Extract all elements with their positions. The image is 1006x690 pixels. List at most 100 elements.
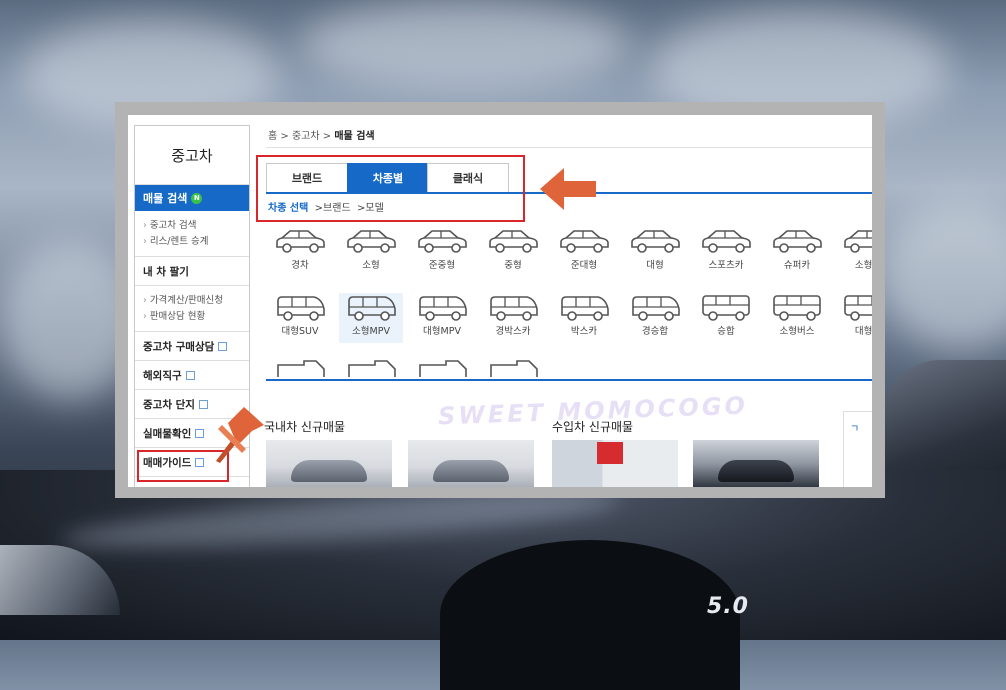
car-type-option[interactable]: 소형트 — [836, 227, 872, 277]
truck-icon — [410, 359, 474, 377]
car-type-label: 대형SUV — [281, 326, 319, 337]
car-icon — [836, 293, 872, 321]
sidebar-item-overseas[interactable]: 해외직구 — [135, 361, 249, 390]
car-type-option[interactable]: 소형 — [339, 227, 403, 277]
car-icon — [623, 227, 687, 255]
link-square-icon — [195, 428, 205, 438]
car-icon — [481, 293, 545, 321]
car-type-option-truck[interactable] — [268, 359, 332, 377]
car-icon — [339, 293, 403, 321]
sidebar-title: 중고차 — [135, 126, 249, 185]
link-square-icon — [218, 341, 228, 351]
car-icon — [339, 227, 403, 255]
sidebar-item-label: 매물 검색 — [143, 192, 188, 205]
sidebar-sub-lease[interactable]: 리스/렌트 승계 — [143, 234, 249, 250]
subtab-steps: 차종 선택 >브랜드 >모델 — [268, 203, 384, 214]
car-icon — [765, 293, 829, 321]
car-type-option[interactable]: 대형MPV — [410, 293, 474, 343]
car-type-label: 대형MPV — [423, 326, 461, 337]
car-type-label: 준중형 — [428, 260, 456, 271]
arrow-left-icon — [540, 168, 596, 210]
car-icon — [623, 293, 687, 321]
car-type-label: 소형 — [362, 260, 380, 271]
car-type-label: 대형 — [646, 260, 664, 271]
breadcrumb-home[interactable]: 홈 — [268, 131, 277, 142]
car-type-option[interactable]: 대형 — [623, 227, 687, 277]
listing-thumb-1[interactable] — [266, 440, 392, 487]
car-type-option[interactable]: 승합 — [694, 293, 758, 343]
car-type-label: 소형MPV — [352, 326, 390, 337]
car-type-label: 슈퍼카 — [783, 260, 811, 271]
car-type-label: 중형 — [504, 260, 522, 271]
truck-icon — [481, 359, 545, 377]
car-type-option[interactable]: 소형MPV — [339, 293, 403, 343]
car-type-label: 박스카 — [570, 326, 598, 337]
car-icon — [552, 293, 616, 321]
car-type-label: 경승합 — [641, 326, 669, 337]
car-icon — [694, 227, 758, 255]
car-icon — [765, 227, 829, 255]
link-square-icon — [185, 370, 195, 380]
breadcrumb-level1[interactable]: 중고차 — [292, 131, 320, 142]
car-type-label: 경박스카 — [495, 326, 531, 337]
car-icon — [552, 227, 616, 255]
push-pin-icon — [216, 407, 264, 463]
sidebar-sub-price[interactable]: 가격계산/판매신청 — [143, 293, 249, 309]
car-type-option[interactable]: 준중형 — [410, 227, 474, 277]
listing-thumb-4[interactable] — [693, 440, 819, 487]
listing-thumb-2[interactable] — [408, 440, 534, 487]
imported-new-title: 수입차 신규매물 — [552, 420, 634, 434]
car-icon — [410, 227, 474, 255]
sidebar-sub-list: 중고차 검색 리스/렌트 승계 — [135, 211, 249, 257]
car-type-label: 스포츠카 — [708, 260, 744, 271]
car-type-option[interactable]: 박스카 — [552, 293, 616, 343]
engine-badge: 5.0 — [707, 594, 749, 619]
listing-thumb-3[interactable] — [552, 440, 678, 487]
car-type-label: 승합 — [717, 326, 735, 337]
car-icon — [410, 293, 474, 321]
sidebar-section-sell[interactable]: 내 차 팔기 — [135, 257, 249, 286]
sidebar-item-consult[interactable]: 중고차 구매상담 — [135, 332, 249, 361]
divider — [266, 147, 872, 148]
car-type-option-truck[interactable] — [410, 359, 474, 377]
domestic-new-title: 국내차 신규매물 — [264, 420, 346, 434]
car-type-label: 경차 — [291, 260, 309, 271]
side-panel: ㄱ — [843, 411, 872, 487]
car-type-option[interactable]: 경승합 — [623, 293, 687, 343]
link-square-icon — [198, 399, 208, 409]
car-type-option-truck[interactable] — [481, 359, 545, 377]
wheel-arch-bg — [440, 540, 740, 690]
car-icon — [836, 227, 872, 255]
truck-icon — [268, 359, 332, 377]
sidebar-sub-status[interactable]: 판매상담 현황 — [143, 309, 249, 325]
sidebar-item-search[interactable]: 매물 검색 N — [135, 185, 249, 211]
car-type-label: 소형버스 — [779, 326, 815, 337]
car-type-option[interactable]: 슈퍼카 — [765, 227, 829, 277]
car-type-option[interactable]: 대형SUV — [268, 293, 332, 343]
subtab-brand[interactable]: 브랜드 — [323, 203, 351, 214]
car-icon — [268, 227, 332, 255]
car-type-option[interactable]: 경박스카 — [481, 293, 545, 343]
car-icon — [481, 227, 545, 255]
side-panel-label: ㄱ — [850, 424, 860, 435]
car-icon — [268, 293, 332, 321]
car-type-option[interactable]: 중형 — [481, 227, 545, 277]
car-type-label: 소형트 — [854, 260, 872, 271]
truck-icon — [339, 359, 403, 377]
car-type-option-truck[interactable] — [339, 359, 403, 377]
subtab-car-type-select[interactable]: 차종 선택 — [268, 203, 308, 214]
car-type-label: 대형버 — [854, 326, 872, 337]
grid-bottom-line — [266, 379, 872, 381]
subtab-model[interactable]: 모델 — [365, 203, 383, 214]
sidebar-sub-used-search[interactable]: 중고차 검색 — [143, 218, 249, 234]
car-type-option[interactable]: 경차 — [268, 227, 332, 277]
car-type-option[interactable]: 준대형 — [552, 227, 616, 277]
car-type-option[interactable]: 스포츠카 — [694, 227, 758, 277]
new-badge-icon: N — [191, 192, 203, 204]
car-type-option[interactable]: 소형버스 — [765, 293, 829, 343]
sidebar-sub-list-sell: 가격계산/판매신청 판매상담 현황 — [135, 286, 249, 332]
breadcrumb-current: 매물 검색 — [334, 131, 375, 142]
car-type-option[interactable]: 대형버 — [836, 293, 872, 343]
car-icon — [694, 293, 758, 321]
car-type-label: 준대형 — [570, 260, 598, 271]
